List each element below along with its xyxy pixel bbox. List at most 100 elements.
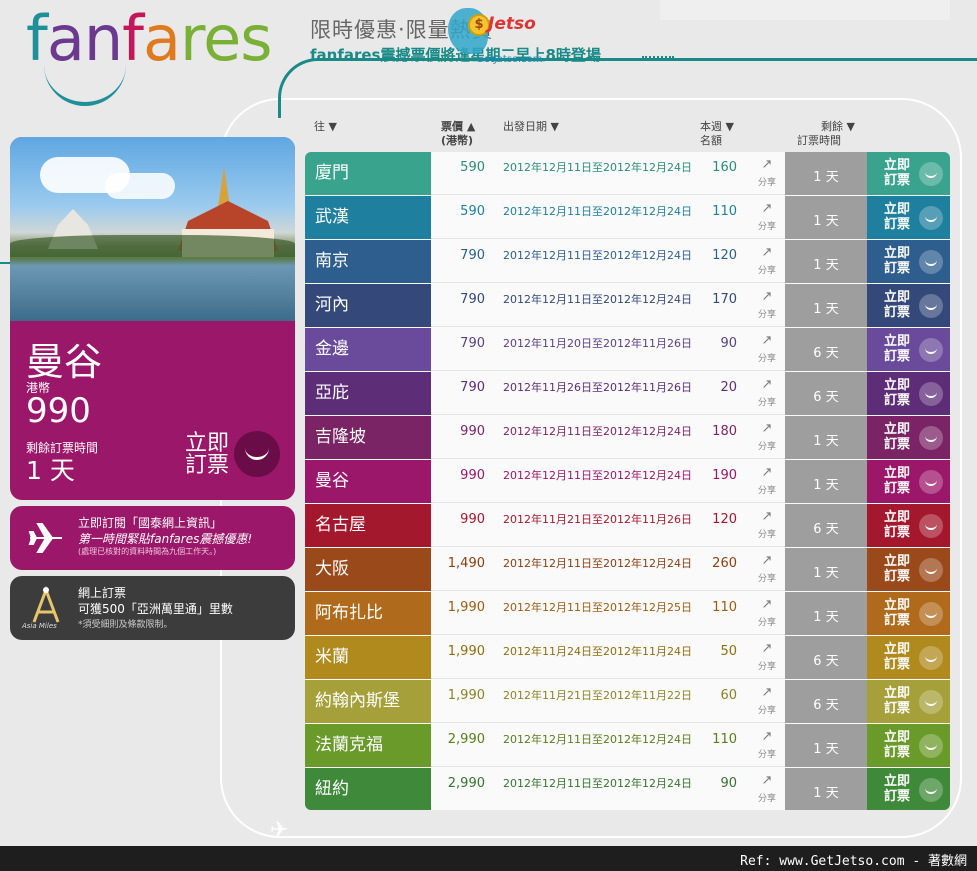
book-now-label: 立即訂票 (883, 422, 910, 452)
share-button[interactable]: ↗ 分享 (753, 246, 781, 276)
book-now-button[interactable]: 立即訂票 (867, 416, 950, 459)
featured-deal-card[interactable]: 曼谷 港幣 990 剩餘訂票時間 1 天 立即訂票 (10, 137, 295, 500)
book-now-button[interactable]: 立即訂票 (867, 152, 950, 195)
sort-seats[interactable]: 本週 ▼ 名額 (700, 120, 734, 148)
destination-cell[interactable]: 武漢 (305, 196, 431, 239)
destination-cell[interactable]: 法蘭克福 (305, 724, 431, 767)
share-button[interactable]: ↗ 分享 (753, 730, 781, 760)
book-now-button[interactable]: 立即訂票 (867, 196, 950, 239)
destination-cell[interactable]: 亞庇 (305, 372, 431, 415)
share-button[interactable]: ↗ 分享 (753, 774, 781, 804)
departure-dates-cell: 2012年11月20日至2012年11月26日 (503, 337, 692, 350)
share-label: 分享 (757, 486, 776, 496)
destination-cell[interactable]: 河內 (305, 284, 431, 327)
book-now-button[interactable]: 立即訂票 (867, 768, 950, 810)
fare-cell: 790 (460, 292, 485, 307)
seats-cell: 110 (712, 732, 737, 747)
newsletter-subscribe-banner[interactable]: 立即訂閱「國泰網上資訊」 第一時間緊貼fanfares震撼優惠! (處理已核對的… (10, 506, 295, 570)
destination-cell[interactable]: 阿布扎比 (305, 592, 431, 635)
destination-cell[interactable]: 金邊 (305, 328, 431, 371)
asia-miles-banner[interactable]: Asia Miles 網上訂票 可獲500「亞洲萬里通」里數 *須受細則及條款限… (10, 576, 295, 640)
table-row: 大阪 1,490 2012年12月11日至2012年12月24日 260 ↗ 分享 1 天立… (305, 548, 950, 591)
newsletter-line3: (處理已核對的資料時間為九個工作天。) (78, 547, 217, 556)
destination-cell[interactable]: 大阪 (305, 548, 431, 591)
share-arrow-icon: ↗ (761, 245, 773, 260)
share-button[interactable]: ↗ 分享 (753, 642, 781, 672)
featured-book-smile-icon[interactable] (234, 431, 280, 477)
book-now-button[interactable]: 立即訂票 (867, 592, 950, 635)
book-now-label: 立即訂票 (883, 158, 910, 188)
share-button[interactable]: ↗ 分享 (753, 598, 781, 628)
share-button[interactable]: ↗ 分享 (753, 290, 781, 320)
book-now-button[interactable]: 立即訂票 (867, 504, 950, 547)
fare-cell: 2,990 (447, 776, 485, 791)
share-label: 分享 (757, 398, 776, 408)
book-now-button[interactable]: 立即訂票 (867, 240, 950, 283)
book-smile-icon (919, 162, 943, 186)
seats-cell: 90 (720, 776, 737, 791)
destination-cell[interactable]: 米蘭 (305, 636, 431, 679)
book-now-button[interactable]: 立即訂票 (867, 284, 950, 327)
destination-cell[interactable]: 名古屋 (305, 504, 431, 547)
share-button[interactable]: ↗ 分享 (753, 158, 781, 188)
destination-cell[interactable]: 約翰內斯堡 (305, 680, 431, 723)
fare-cell: 590 (460, 204, 485, 219)
remaining-days-cell: 1 天 (785, 416, 867, 459)
seats-cell: 20 (720, 380, 737, 395)
departure-dates-cell: 2012年12月11日至2012年12月24日 (503, 161, 692, 174)
book-now-button[interactable]: 立即訂票 (867, 636, 950, 679)
book-now-label: 立即訂票 (883, 686, 910, 716)
destination-cell[interactable]: 吉隆坡 (305, 416, 431, 459)
sort-departure[interactable]: 出發日期 ▼ (503, 120, 559, 134)
share-button[interactable]: ↗ 分享 (753, 510, 781, 540)
destination-cell[interactable]: 紐約 (305, 768, 431, 810)
share-button[interactable]: ↗ 分享 (753, 466, 781, 496)
share-label: 分享 (757, 442, 776, 452)
book-now-label: 立即訂票 (883, 598, 910, 628)
watermark-url: GetJetso.com (476, 54, 543, 65)
table-row: 河內 790 2012年12月11日至2012年12月24日 170 ↗ 分享 1 天立即訂… (305, 284, 950, 327)
sort-destination[interactable]: 往 ▼ (314, 120, 337, 134)
book-now-button[interactable]: 立即訂票 (867, 460, 950, 503)
book-smile-icon (919, 426, 943, 450)
decorative-curve-top (278, 58, 977, 118)
sort-remaining[interactable]: 剩餘 ▼ 訂票時間 (797, 120, 855, 148)
fare-cell: 2,990 (447, 732, 485, 747)
book-smile-icon (919, 250, 943, 274)
fare-cell: 1,990 (447, 644, 485, 659)
book-now-button[interactable]: 立即訂票 (867, 328, 950, 371)
fare-cell: 790 (460, 248, 485, 263)
footer-ref: Ref: www.GetJetso.com - 著數網 (740, 854, 967, 869)
table-row: 武漢 590 2012年12月11日至2012年12月24日 110 ↗ 分享 1 天立即訂… (305, 196, 950, 239)
sort-fare[interactable]: 票價 ▲ (港幣) (441, 120, 487, 148)
destination-cell[interactable]: 南京 (305, 240, 431, 283)
share-button[interactable]: ↗ 分享 (753, 554, 781, 584)
departure-dates-cell: 2012年12月11日至2012年12月24日 (503, 733, 692, 746)
book-now-button[interactable]: 立即訂票 (867, 724, 950, 767)
book-now-button[interactable]: 立即訂票 (867, 680, 950, 723)
decorative-line-left (0, 262, 10, 272)
table-row: 法蘭克福 2,990 2012年12月11日至2012年12月24日 110 ↗ 分享 1 … (305, 724, 950, 767)
share-button[interactable]: ↗ 分享 (753, 378, 781, 408)
fanfares-logo[interactable]: fanfares (26, 6, 276, 106)
remaining-days-cell: 1 天 (785, 724, 867, 767)
featured-book-button[interactable]: 立即訂票 (176, 433, 238, 477)
destination-cell[interactable]: 廈門 (305, 152, 431, 195)
share-label: 分享 (757, 310, 776, 320)
book-now-button[interactable]: 立即訂票 (867, 548, 950, 591)
promo-dots (642, 56, 674, 58)
book-smile-icon (919, 734, 943, 758)
share-button[interactable]: ↗ 分享 (753, 334, 781, 364)
book-smile-icon (919, 470, 943, 494)
photo-spire (218, 167, 230, 207)
share-button[interactable]: ↗ 分享 (753, 422, 781, 452)
watermark-brand: Jetso (488, 14, 536, 34)
seats-cell: 120 (712, 248, 737, 263)
remaining-days-cell: 6 天 (785, 636, 867, 679)
share-button[interactable]: ↗ 分享 (753, 202, 781, 232)
share-arrow-icon: ↗ (761, 597, 773, 612)
book-now-button[interactable]: 立即訂票 (867, 372, 950, 415)
share-button[interactable]: ↗ 分享 (753, 686, 781, 716)
destination-cell[interactable]: 曼谷 (305, 460, 431, 503)
airplane-icon (28, 523, 62, 553)
